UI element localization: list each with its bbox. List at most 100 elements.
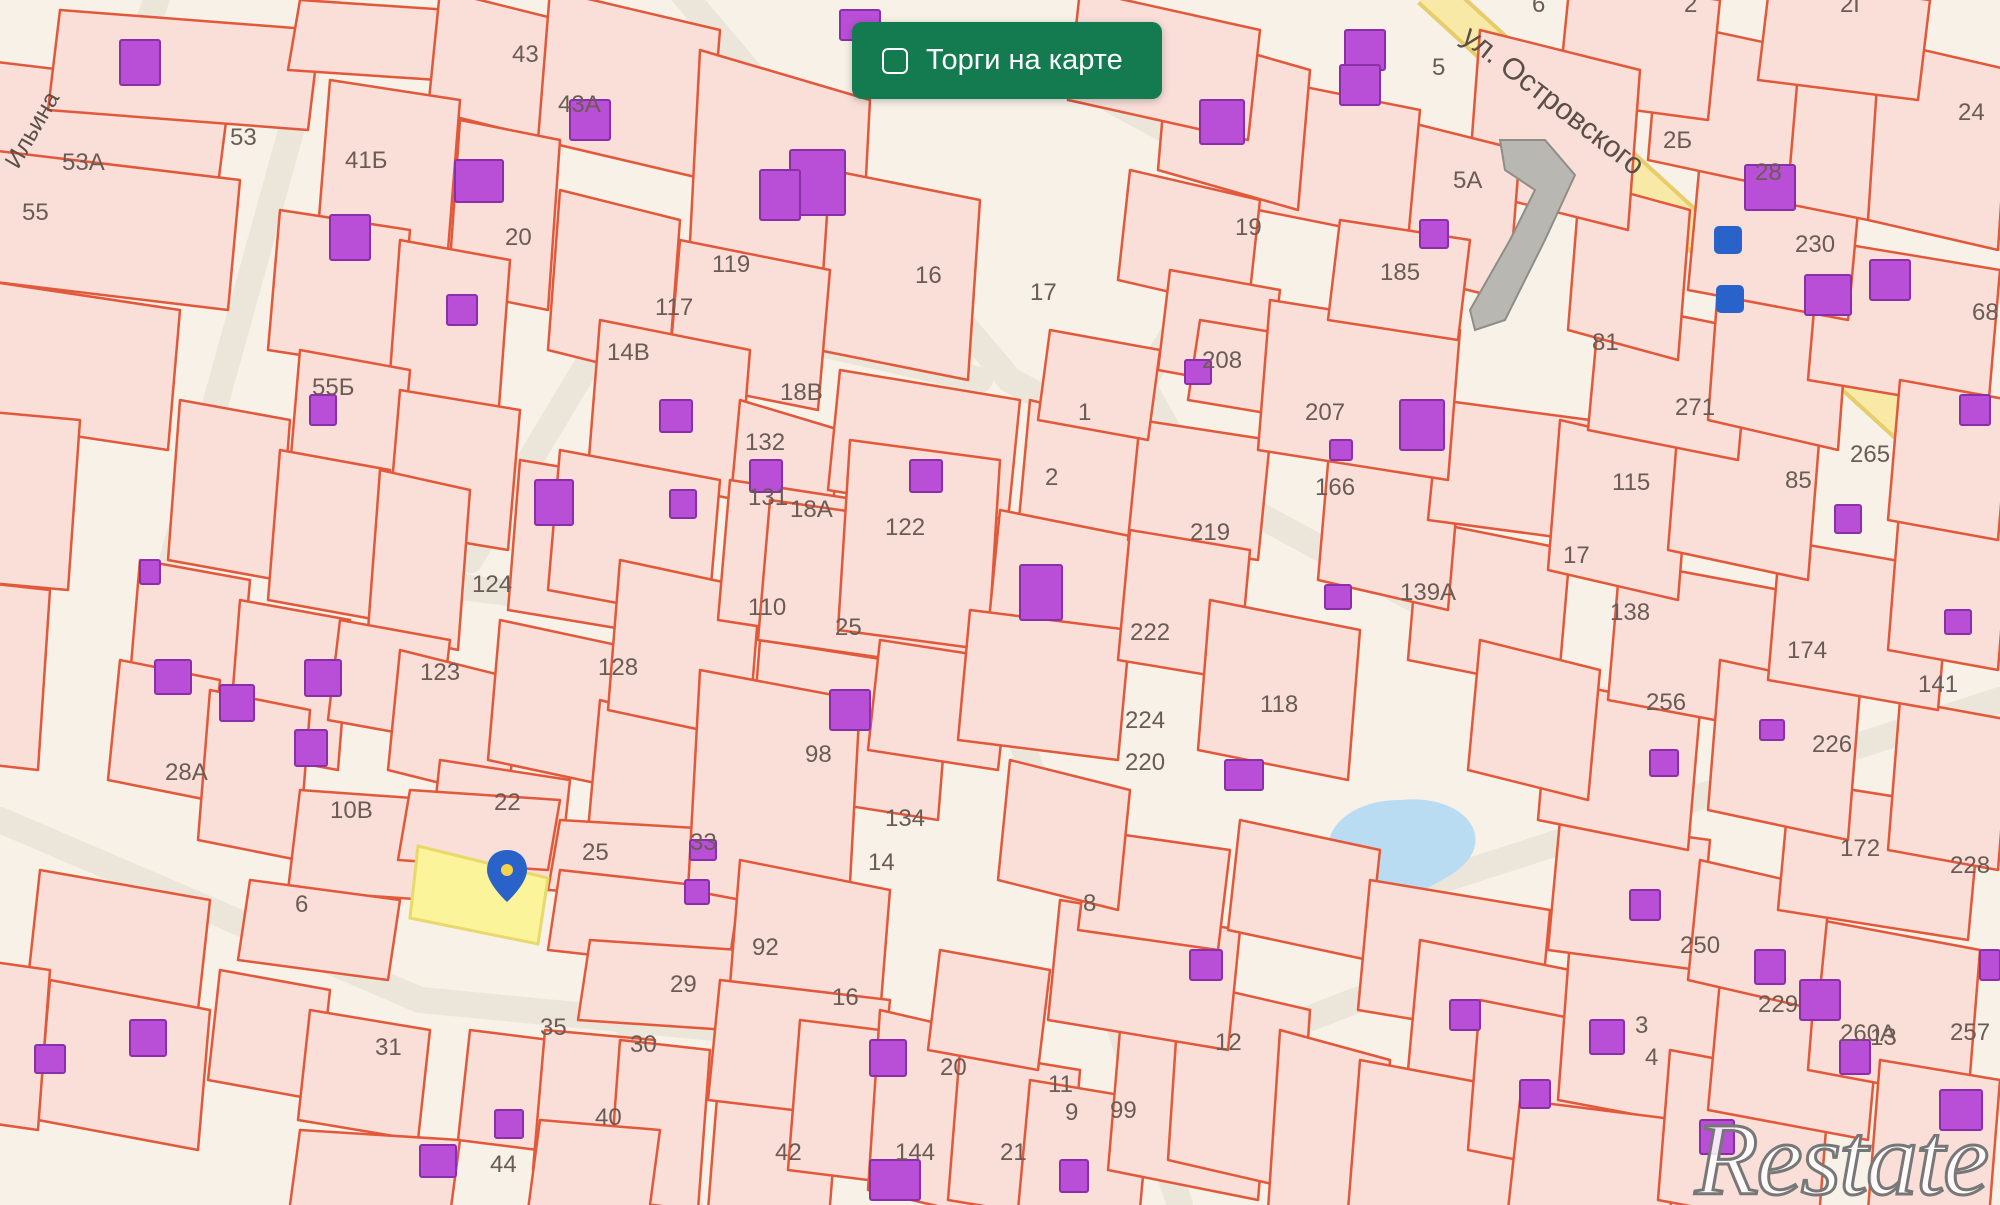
building-icon [1629, 889, 1661, 921]
parcel-number-label: 144 [895, 1139, 935, 1166]
parcel [46, 8, 322, 132]
parcel-number-label: 43 [512, 41, 539, 68]
building-icon [1519, 1079, 1551, 1109]
building-icon [1944, 609, 1972, 635]
parcel [1507, 1098, 1682, 1205]
building-icon [129, 1019, 167, 1057]
parcel-number-label: 219 [1190, 519, 1230, 546]
parcel-number-label: 25 [835, 614, 862, 641]
parcel-number-label: 29 [670, 971, 697, 998]
parcel-number-label: 2 [1045, 464, 1058, 491]
building-icon [1754, 949, 1786, 985]
parcel-number-label: 222 [1130, 619, 1170, 646]
building-icon [454, 159, 504, 203]
parcel-number-label: 40 [595, 1104, 622, 1131]
parcel-number-label: 220 [1125, 749, 1165, 776]
parcel-number-label: 12 [1215, 1029, 1242, 1056]
auction-toggle-button[interactable]: Торги на карте [852, 22, 1162, 99]
building-icon [1324, 584, 1352, 610]
parcel-number-label: 229 [1758, 991, 1798, 1018]
parcel-number-label: 44 [490, 1151, 517, 1178]
map-view[interactable]: 43 53 53А 55 41Б 20 55Б 43А 117 119 14В 18В 16 17 132 1… [0, 0, 2000, 1205]
building-icon [869, 1159, 921, 1201]
building-icon [909, 459, 943, 493]
building-icon [1834, 504, 1862, 534]
building-icon [1339, 64, 1381, 106]
building-icon [1759, 719, 1785, 741]
building-icon [829, 689, 871, 731]
parcel-number-label: 81 [1592, 329, 1619, 356]
parcel-number-label: 6 [295, 891, 308, 918]
parcel-number-label: 24 [1958, 99, 1985, 126]
building-icon [1589, 1019, 1625, 1055]
parcel-number-label: 123 [420, 659, 460, 686]
building-icon [304, 659, 342, 697]
parcel-number-label: 265 [1850, 441, 1890, 468]
parcel-number-label: 85 [1785, 467, 1812, 494]
parcel-number-label: 28 [1755, 159, 1782, 186]
parcel-number-label: 68 [1972, 299, 1999, 326]
building-icon [34, 1044, 66, 1074]
parcel-number-label: 131 [748, 484, 788, 511]
parcel-number-label: 53А [62, 149, 105, 176]
building-icon [684, 879, 710, 905]
parcel-number-label: 5А [1453, 167, 1482, 194]
parcel-number-label: 13 [1870, 1024, 1897, 1051]
building-icon [1399, 399, 1445, 451]
bus-stop-icon [1716, 285, 1744, 313]
parcel-number-label: 119 [712, 251, 750, 278]
building-icon [219, 684, 255, 722]
parcel-number-label: 207 [1305, 399, 1345, 426]
building-icon [1869, 259, 1911, 301]
parcel-number-label: 6 [1532, 0, 1545, 18]
parcel-number-label: 18А [790, 496, 833, 523]
building-icon [154, 659, 192, 695]
building-icon [1019, 564, 1063, 621]
parcel-number-label: 118 [1260, 691, 1298, 718]
parcel-number-label: 226 [1812, 731, 1852, 758]
parcel-number-label: 2 [1684, 0, 1697, 18]
checkbox-icon[interactable] [882, 47, 908, 74]
parcel-number-label: 2Б [1663, 127, 1692, 154]
parcel [0, 411, 82, 592]
building-icon [139, 559, 161, 585]
building-icon [446, 294, 478, 326]
parcel-number-label: 31 [375, 1034, 402, 1061]
parcel-number-label: 141 [1918, 671, 1958, 698]
parcel-number-label: 20 [940, 1054, 967, 1081]
parcel-number-label: 257 [1950, 1019, 1990, 1046]
parcel-number-label: 18В [780, 379, 823, 406]
parcel [926, 948, 1052, 1072]
parcel-number-label: 14 [868, 849, 895, 876]
parcel [286, 0, 452, 82]
building-icon [1419, 219, 1449, 249]
parcel-number-label: 172 [1840, 835, 1880, 862]
parcel-number-label: 138 [1610, 599, 1650, 626]
parcel-number-label: 230 [1795, 231, 1835, 258]
building-icon [1224, 759, 1264, 791]
parcel-number-label: 20 [505, 224, 532, 251]
location-pin-icon[interactable] [484, 848, 530, 904]
parcel-number-label: 224 [1125, 707, 1165, 734]
building-icon [1979, 949, 2000, 981]
parcel-number-label: 5 [1432, 54, 1445, 81]
parcel-number-label: 166 [1315, 474, 1355, 501]
building-icon [869, 1039, 907, 1077]
building-icon [494, 1109, 524, 1139]
parcel-number-label: 1 [1078, 399, 1091, 426]
parcel-number-label: 9 [1065, 1099, 1078, 1126]
building-icon [1804, 274, 1852, 316]
parcel-number-label: 115 [1612, 469, 1650, 496]
parcel-number-label: 98 [805, 741, 832, 768]
cadastral-map[interactable]: 435353А5541Б2055Б43А11711914В18В16171321… [0, 0, 2000, 1205]
parcel-number-label: 55Б [312, 374, 354, 401]
parcel-number-label: 110 [748, 594, 786, 621]
parcel-number-label: 208 [1202, 347, 1242, 374]
parcel [1036, 328, 1162, 442]
parcel-number-label: 22 [494, 789, 521, 816]
parcel-number-label: 17 [1030, 279, 1057, 306]
parcel-number-label: 99 [1110, 1097, 1137, 1124]
parcel [1196, 598, 1362, 782]
building-icon [1189, 949, 1223, 981]
parcel-number-label: 28А [165, 759, 208, 786]
